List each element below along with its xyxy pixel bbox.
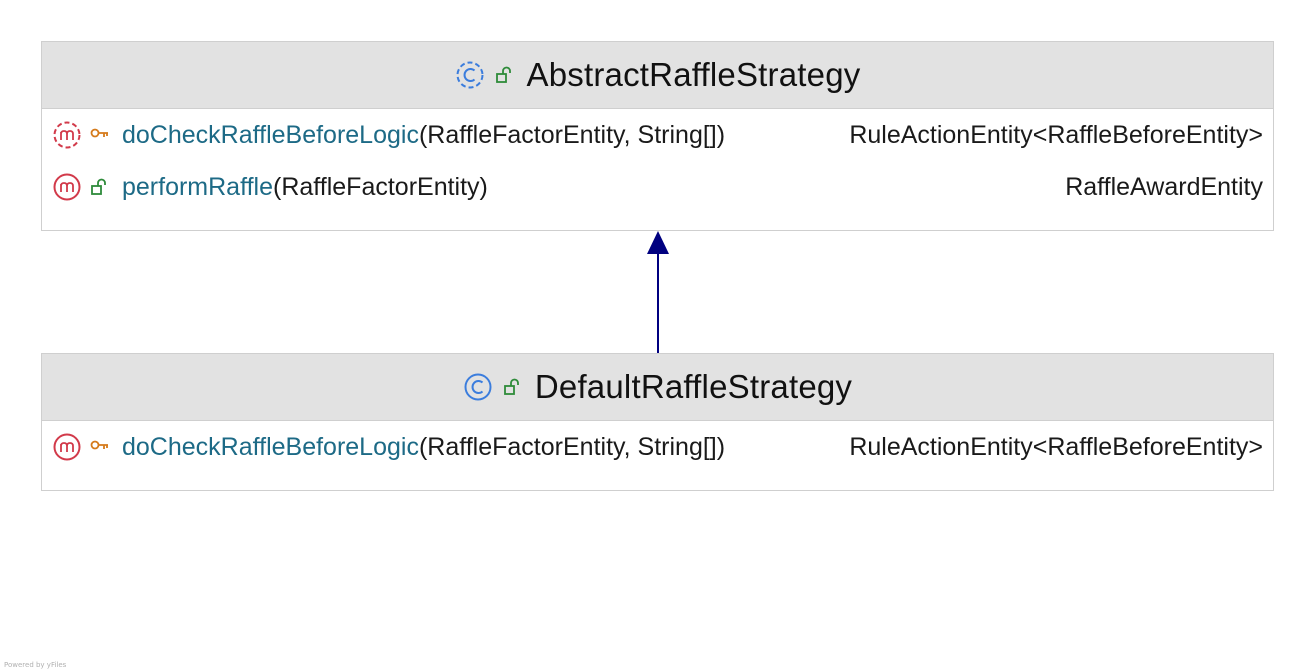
method-params: (RaffleFactorEntity, String[]) xyxy=(418,432,726,461)
return-type-generic: <RaffleBeforeEntity> xyxy=(1032,120,1263,149)
method-icon xyxy=(52,432,82,462)
return-type-name: RaffleAwardEntity xyxy=(1065,172,1263,201)
public-lock-icon xyxy=(495,66,513,84)
protected-key-icon xyxy=(90,440,110,454)
member-row[interactable]: doCheckRaffleBeforeLogic (RaffleFactorEn… xyxy=(42,421,1273,473)
return-type-name: RuleActionEntity xyxy=(849,432,1033,461)
member-row[interactable]: performRaffle (RaffleFactorEntity) Raffl… xyxy=(42,161,1273,213)
method-params: (RaffleFactorEntity, String[]) xyxy=(418,120,726,149)
method-name: doCheckRaffleBeforeLogic xyxy=(122,432,419,461)
return-type: RuleActionEntity<RaffleBeforeEntity> xyxy=(849,121,1263,150)
class-name: AbstractRaffleStrategy xyxy=(526,56,861,93)
member-row[interactable]: doCheckRaffleBeforeLogic (RaffleFactorEn… xyxy=(42,109,1273,161)
return-type-generic: <RaffleBeforeEntity> xyxy=(1032,432,1263,461)
class-header[interactable]: AbstractRaffleStrategy xyxy=(42,42,1273,109)
protected-key-icon xyxy=(90,128,110,142)
method-icon xyxy=(52,120,82,150)
abstract-class-icon xyxy=(455,60,485,90)
method-icon xyxy=(52,172,82,202)
class-icon xyxy=(463,372,493,402)
public-lock-icon xyxy=(503,378,521,396)
method-name: doCheckRaffleBeforeLogic xyxy=(122,120,419,149)
return-type: RuleActionEntity<RaffleBeforeEntity> xyxy=(849,433,1263,462)
class-default-raffle-strategy[interactable]: DefaultRaffleStrategy doCheckRaffleBefor… xyxy=(41,353,1274,491)
method-params: (RaffleFactorEntity) xyxy=(273,172,488,201)
class-header[interactable]: DefaultRaffleStrategy xyxy=(42,354,1273,421)
public-lock-icon xyxy=(90,178,108,196)
return-type: RaffleAwardEntity xyxy=(1065,173,1263,202)
method-name: performRaffle xyxy=(122,172,273,201)
inheritance-arrowhead xyxy=(647,231,669,254)
class-abstract-raffle-strategy[interactable]: AbstractRaffleStrategy doCheckRaffleBefo… xyxy=(41,41,1274,231)
class-name: DefaultRaffleStrategy xyxy=(534,368,853,405)
return-type-name: RuleActionEntity xyxy=(849,120,1033,149)
footer-note: Powered by yFiles xyxy=(4,661,67,669)
